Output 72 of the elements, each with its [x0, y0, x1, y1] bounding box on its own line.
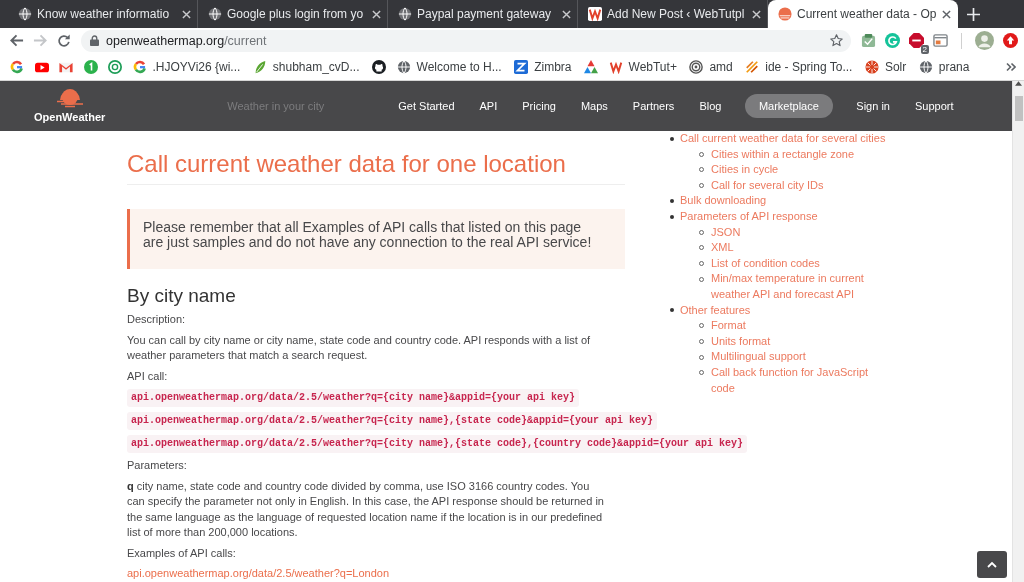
star-icon[interactable] [830, 34, 843, 47]
plus-icon[interactable] [967, 7, 980, 21]
logo-text[interactable]: OpenWeather [34, 111, 106, 123]
nav-link[interactable]: Blog [686, 94, 734, 118]
bookmark-link[interactable]: prana [918, 59, 972, 74]
nav-link[interactable]: Partners [620, 94, 687, 118]
address-field[interactable]: openweathermap.org/current [81, 29, 851, 52]
scroll-up-icon[interactable] [1015, 81, 1022, 86]
zigzag-logo-icon [588, 7, 602, 21]
code-snippet: api.openweathermap.org/data/2.5/weather?q={city name}&appid={your api key} [127, 389, 580, 407]
nav-link[interactable]: Pricing [509, 94, 569, 118]
paragraph: You can call by city name or city name, state code and country code. API responds with a list of weather parameters that match a search request. [127, 332, 592, 363]
cat-logo-icon[interactable] [372, 59, 387, 74]
back-icon[interactable] [9, 33, 24, 48]
nav-link[interactable]: API [467, 94, 510, 118]
globe-icon [396, 59, 411, 74]
bookmark-link[interactable]: Solr [864, 59, 909, 74]
bookmark-link[interactable]: Welcome to H... [396, 59, 504, 74]
ring-icon[interactable] [108, 59, 122, 74]
g-logo-icon [132, 59, 147, 74]
chevron-up-icon [987, 561, 997, 568]
back-to-top-button[interactable] [977, 551, 1007, 578]
bullet-icon [670, 214, 674, 219]
code-snippet: api.openweathermap.org/data/2.5/weather?q={city name},{state code},{country code}&appid={your api key} [127, 435, 748, 453]
reload-icon[interactable] [57, 33, 71, 48]
bookmark-link[interactable]: .HJOYVi26 {wi... [132, 59, 243, 74]
stop-sign-icon[interactable] [909, 33, 924, 48]
bullet-icon [670, 199, 674, 204]
code-snippet: api.openweathermap.org/data/2.5/weather?q={city name},{state code}&appid={your api key} [127, 412, 658, 430]
nav-link[interactable]: Support [902, 94, 966, 118]
bullet-icon [670, 308, 674, 313]
browser-tab[interactable]: Current weather data - Op [768, 0, 958, 28]
nav-link[interactable]: Sign in [843, 94, 903, 118]
sun-icon [778, 7, 792, 21]
paragraph: API call: [127, 368, 169, 384]
sunburst-icon [864, 59, 879, 74]
paragraph: Parameters: [127, 458, 188, 473]
paragraph: Examples of API calls: [127, 545, 237, 561]
bookmark-link[interactable]: ide - Spring To... [745, 59, 855, 74]
notice-callout: Please remember that all Examples of API calls that listed on this page are just samples and do not have any connection to the real API service! [127, 209, 625, 269]
stripes-icon [745, 59, 760, 74]
clipboard-icon[interactable] [861, 33, 876, 48]
lock-icon [90, 35, 99, 46]
chevrons-icon[interactable] [1006, 61, 1016, 72]
section-heading: By city name [127, 285, 237, 307]
zigzag-logo-icon [608, 59, 623, 74]
circle-arrow-icon[interactable] [1003, 33, 1018, 48]
g-logo-icon[interactable] [10, 59, 24, 74]
bookmark-link[interactable]: amd [689, 59, 735, 74]
square-logo-icon [514, 59, 529, 74]
sun-logo-icon[interactable] [55, 89, 84, 108]
scrollbar-thumb[interactable] [1014, 96, 1023, 121]
nav-link[interactable]: Maps [568, 94, 621, 118]
globe-icon [208, 7, 222, 21]
bullet-icon [670, 136, 674, 141]
page-title: Call current weather data for one location [127, 150, 567, 178]
triangle-logo-icon[interactable] [584, 59, 599, 74]
globe-icon [18, 7, 32, 21]
spiral-icon [689, 59, 704, 74]
round-logo-icon[interactable] [83, 59, 98, 74]
globe-icon [398, 7, 412, 21]
globe-icon [918, 59, 933, 74]
bookmark-link[interactable]: shubham_cvD... [252, 59, 362, 74]
nav-link[interactable]: Get Started [385, 94, 468, 118]
nav-pill-button[interactable]: Marketplace [744, 94, 833, 118]
paragraph: q city name, state code and country code divided by comma, use ISO 3166 country codes. You can specify the parameter not only in English. In this case, the API response should be returned in the same language as the language of requested location name if the location is in our predefined list of more than 200,000 locations. [127, 478, 605, 540]
paragraph: Description: [127, 312, 187, 327]
bookmark-link[interactable]: Zimbra [514, 59, 574, 74]
close-icon[interactable] [942, 9, 951, 19]
window-icon[interactable] [933, 33, 948, 48]
bookmark-link[interactable]: WebTut+ [608, 59, 679, 74]
extension-count-badge: 2 [920, 45, 929, 54]
